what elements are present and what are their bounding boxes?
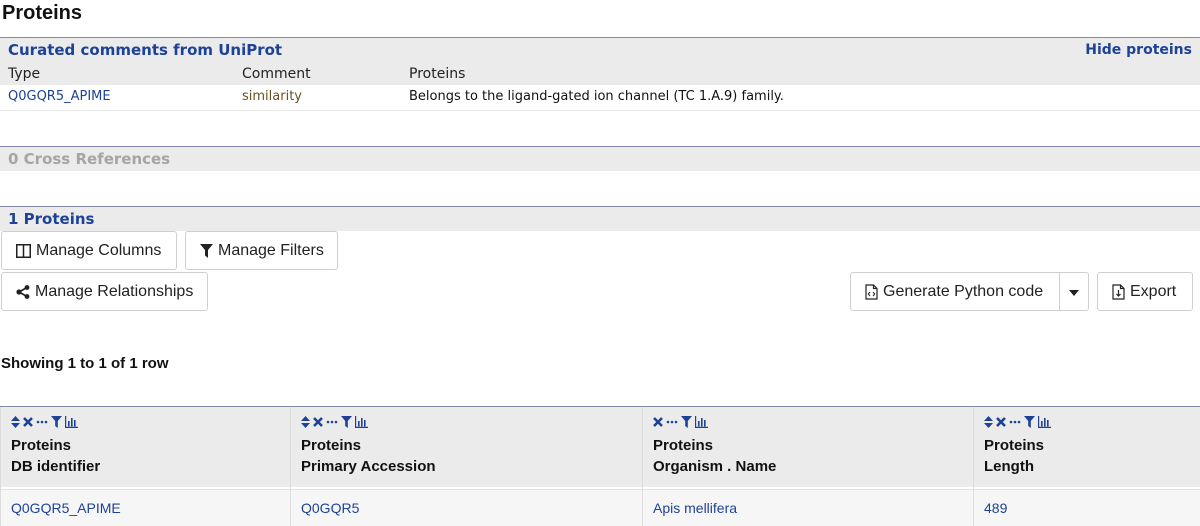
cross-references-title: 0 Cross References [8, 150, 171, 168]
manage-filters-label: Manage Filters [218, 241, 324, 259]
export-file-icon [1112, 283, 1125, 300]
filter-icon[interactable] [1024, 416, 1035, 428]
filter-icon[interactable] [681, 416, 692, 428]
column-organism-name: Proteins Organism . Name Apis mellifera [642, 407, 973, 526]
column-tools [301, 416, 368, 428]
column-header-proteins: Proteins [409, 66, 466, 82]
remove-column-icon[interactable] [653, 417, 663, 427]
column-header-line1: Proteins [301, 437, 362, 454]
more-options-icon[interactable] [36, 417, 48, 427]
organism-name-link[interactable]: Apis mellifera [653, 500, 737, 516]
sort-icon[interactable] [984, 416, 993, 428]
code-file-icon [865, 283, 878, 300]
export-label: Export [1130, 282, 1177, 300]
column-db-identifier: Proteins DB identifier Q0GQR5_APIME [0, 407, 290, 526]
manage-relationships-label: Manage Relationships [35, 282, 194, 300]
remove-column-icon[interactable] [23, 417, 33, 427]
comment-type: similarity [242, 89, 302, 104]
column-header-line2: DB identifier [11, 458, 101, 475]
filter-icon[interactable] [51, 416, 62, 428]
column-header-line2: Organism . Name [653, 458, 777, 475]
column-header-type: Type [8, 66, 41, 82]
table-cell: Apis mellifera [643, 489, 973, 526]
proteins-header: 1 Proteins [0, 206, 1200, 231]
column-header-line2: Length [984, 458, 1034, 475]
row-count-summary: Showing 1 to 1 of 1 row [1, 355, 169, 372]
column-tools [653, 416, 708, 428]
column-header-line1: Proteins [653, 437, 714, 454]
curated-comments-title: Curated comments from UniProt [8, 41, 283, 59]
more-options-icon[interactable] [326, 417, 338, 427]
table-row: Q0GQR5_APIME similarity Belongs to the l… [0, 85, 1200, 111]
comment-text: Belongs to the ligand-gated ion channel … [409, 89, 784, 104]
primary-accession-link[interactable]: Q0GQR5 [301, 500, 359, 516]
sort-icon[interactable] [301, 416, 310, 428]
table-cell: 489 [974, 489, 1200, 526]
generate-python-code-button[interactable]: Generate Python code [850, 272, 1060, 311]
curated-table-header: Type Comment Proteins [0, 62, 1200, 85]
remove-column-icon[interactable] [313, 417, 323, 427]
column-header: Proteins Length [974, 407, 1200, 487]
results-table: Proteins DB identifier Q0GQR5_APIME Prot… [0, 406, 1200, 526]
column-summary-icon[interactable] [1038, 416, 1051, 428]
manage-columns-label: Manage Columns [36, 241, 162, 259]
column-tools [984, 416, 1051, 428]
column-summary-icon[interactable] [65, 416, 78, 428]
column-header-line1: Proteins [11, 437, 72, 454]
column-header-line2: Primary Accession [301, 458, 436, 475]
cross-references-header: 0 Cross References [0, 146, 1200, 171]
columns-icon [16, 243, 31, 258]
more-options-icon[interactable] [1009, 417, 1021, 427]
hide-proteins-link[interactable]: Hide proteins [1085, 42, 1192, 58]
column-header: Proteins Primary Accession [291, 407, 642, 487]
table-cell: Q0GQR5 [291, 489, 642, 526]
column-tools [11, 416, 78, 428]
sort-icon[interactable] [11, 416, 20, 428]
curated-comments-header: Curated comments from UniProt Hide prote… [0, 37, 1200, 62]
share-icon [16, 284, 30, 299]
caret-down-icon [1069, 283, 1079, 301]
column-length: Proteins Length 489 [973, 407, 1200, 526]
export-button[interactable]: Export [1097, 272, 1193, 311]
code-language-dropdown-button[interactable] [1059, 272, 1089, 311]
db-identifier-link[interactable]: Q0GQR5_APIME [11, 500, 121, 516]
filter-icon [200, 243, 213, 258]
length-value-link[interactable]: 489 [984, 500, 1007, 516]
column-header: Proteins Organism . Name [643, 407, 973, 487]
column-primary-accession: Proteins Primary Accession Q0GQR5 [290, 407, 642, 526]
manage-columns-button[interactable]: Manage Columns [1, 231, 177, 270]
column-summary-icon[interactable] [355, 416, 368, 428]
table-cell: Q0GQR5_APIME [1, 489, 290, 526]
remove-column-icon[interactable] [996, 417, 1006, 427]
protein-link[interactable]: Q0GQR5_APIME [8, 89, 111, 104]
filter-icon[interactable] [341, 416, 352, 428]
generate-python-code-label: Generate Python code [883, 282, 1044, 300]
column-summary-icon[interactable] [695, 416, 708, 428]
manage-relationships-button[interactable]: Manage Relationships [1, 272, 208, 311]
column-header: Proteins DB identifier [1, 407, 290, 487]
proteins-title: 1 Proteins [8, 210, 95, 228]
page-title: Proteins [2, 2, 83, 24]
manage-filters-button[interactable]: Manage Filters [185, 231, 338, 270]
column-header-line1: Proteins [984, 437, 1045, 454]
column-header-comment: Comment [242, 66, 311, 82]
more-options-icon[interactable] [666, 417, 678, 427]
